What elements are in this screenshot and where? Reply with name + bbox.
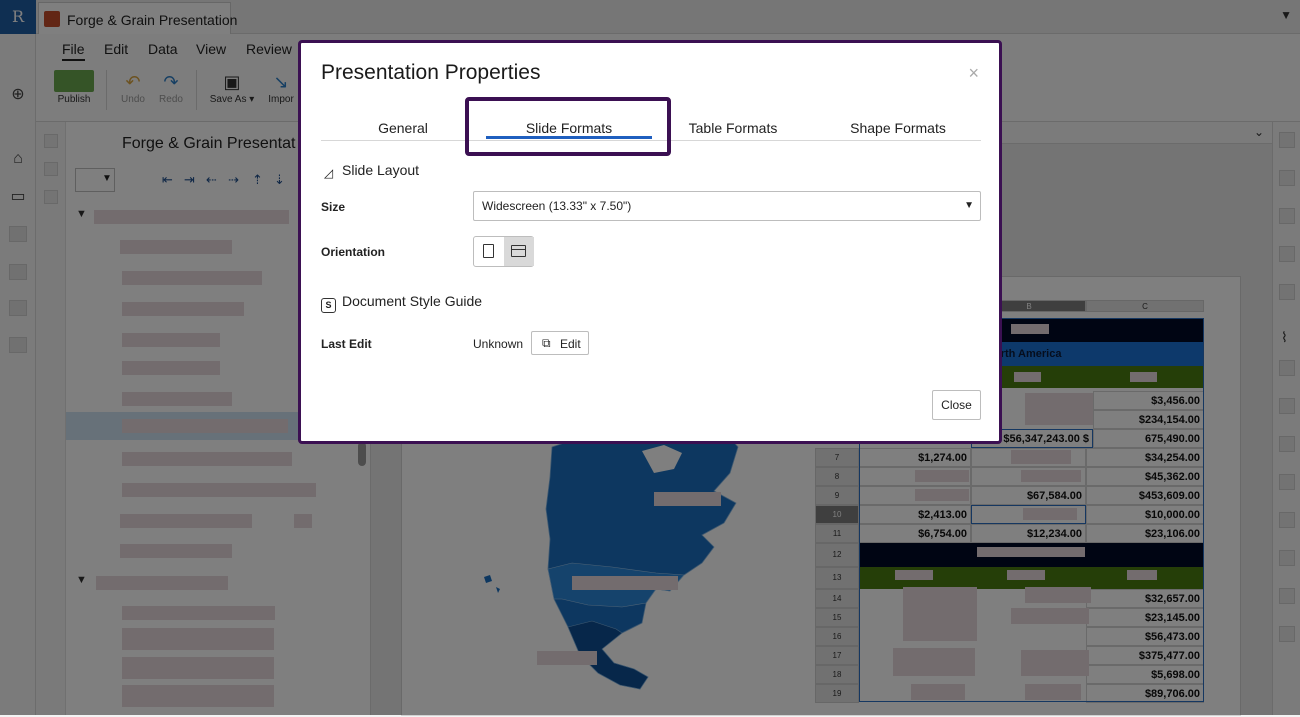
presentation-properties-dialog: Presentation Properties × General Slide … [298, 40, 1002, 444]
portrait-icon [483, 244, 494, 258]
last-edit-value: Unknown [473, 337, 524, 351]
tab-table-formats[interactable]: Table Formats [673, 120, 793, 136]
orientation-portrait-button[interactable] [474, 237, 504, 266]
chevron-down-icon: ▼ [964, 200, 974, 211]
external-link-icon: ⧉ [542, 336, 551, 350]
orientation-landscape-button[interactable] [504, 237, 534, 266]
close-button[interactable]: Close [932, 390, 981, 420]
edit-style-guide-button[interactable]: ⧉ Edit [531, 331, 589, 355]
slide-layout-heading: ◿ Slide Layout [321, 162, 419, 182]
tab-slide-formats[interactable]: Slide Formats [486, 120, 652, 136]
dialog-title: Presentation Properties [321, 61, 541, 84]
close-icon[interactable]: × [968, 63, 979, 84]
size-label: Size [321, 200, 346, 214]
active-tab-indicator [486, 136, 652, 139]
size-select[interactable]: Widescreen (13.33" x 7.50") ▼ [473, 191, 981, 221]
app-window: R ⊕ ⌂ ▭ Forge & Grain Presentation ▼ Fil… [0, 0, 1300, 716]
style-guide-heading: S Document Style Guide [321, 293, 482, 313]
dialog-tabs: General Slide Formats Table Formats Shap… [321, 116, 981, 141]
tab-shape-formats[interactable]: Shape Formats [838, 120, 958, 136]
tab-general[interactable]: General [343, 120, 463, 136]
landscape-icon [511, 245, 526, 257]
ruler-icon: ◿ [323, 166, 334, 180]
last-edit-label: Last Edit [321, 337, 372, 351]
orientation-toggle [473, 236, 534, 267]
style-guide-icon: S [321, 298, 336, 313]
size-select-value: Widescreen (13.33" x 7.50") [482, 199, 632, 213]
orientation-label: Orientation [321, 245, 386, 259]
